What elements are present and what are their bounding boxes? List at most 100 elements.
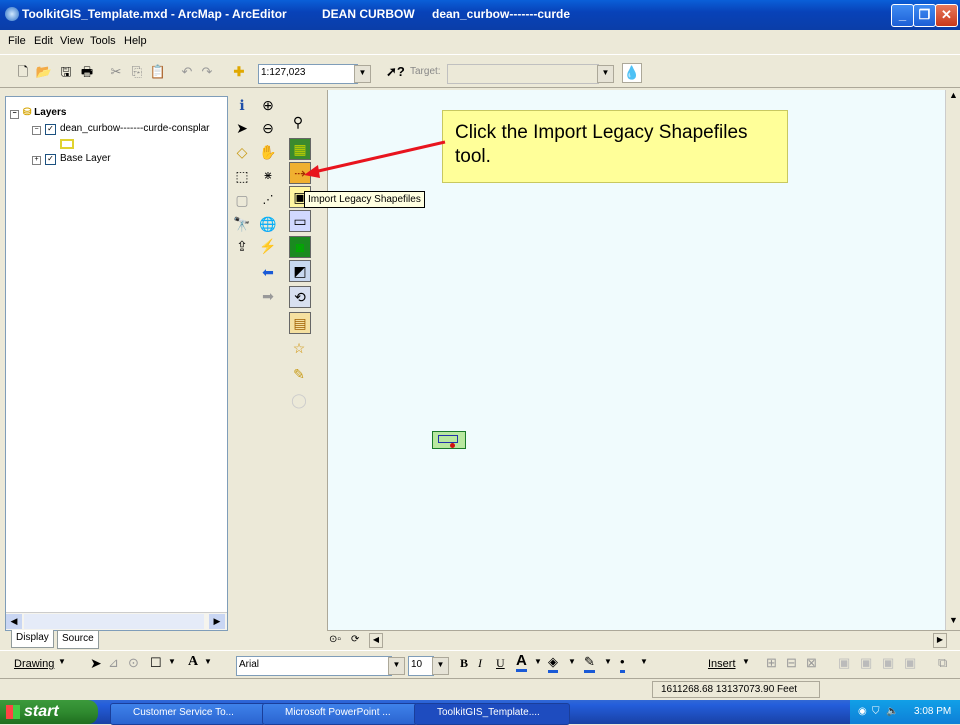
dropdown-arrow-icon[interactable]: ▼ — [58, 657, 66, 666]
marker-color-icon[interactable]: • — [620, 654, 625, 673]
layer-checkbox[interactable]: ✓ — [45, 124, 56, 135]
toc-layer-item[interactable]: − ✓ dean_curbow-------curde-consplar — [32, 123, 210, 135]
scroll-thumb[interactable] — [24, 614, 204, 629]
new-document-icon[interactable]: 🗋 — [14, 63, 32, 81]
minimize-button[interactable]: _ — [891, 4, 914, 27]
taskbar-item[interactable]: Customer Service To... — [110, 703, 266, 725]
scroll-right-icon[interactable]: ▶ — [209, 614, 225, 629]
drawing-menu[interactable]: Drawing — [14, 658, 54, 670]
undo-icon[interactable]: ↶ — [178, 63, 196, 81]
menu-file[interactable]: File — [8, 35, 26, 47]
data-view-icon[interactable]: ⊙▫ — [329, 634, 341, 645]
edit-geometry-icon[interactable]: ◩ — [289, 260, 311, 282]
scroll-down-icon[interactable]: ▼ — [949, 615, 958, 625]
back-extent-icon[interactable]: ⬅ — [258, 262, 278, 282]
menu-tools[interactable]: Tools — [90, 35, 116, 47]
editor-icon[interactable]: 💧 — [622, 63, 642, 83]
print-icon[interactable]: 🖶 — [78, 63, 96, 81]
menu-view[interactable]: View — [60, 35, 84, 47]
add-data-icon[interactable]: ✚ — [230, 63, 248, 81]
tray-network-icon[interactable]: ◉ — [858, 700, 867, 724]
scale-dropdown-icon[interactable]: ▼ — [354, 65, 371, 83]
scroll-up-icon[interactable]: ▲ — [949, 90, 958, 100]
insert-menu[interactable]: Insert — [708, 658, 736, 670]
font-select[interactable]: Arial — [236, 656, 392, 676]
group-icon[interactable]: ▣ — [838, 655, 850, 671]
copy-icon[interactable]: ⎘ — [128, 63, 146, 81]
collapse-icon[interactable]: − — [32, 126, 41, 135]
tray-security-icon[interactable]: ⛉ — [872, 700, 880, 724]
taskbar-item[interactable]: Microsoft PowerPoint ... — [262, 703, 418, 725]
circle-tool-icon[interactable]: ◯ — [289, 390, 309, 410]
tab-source[interactable]: Source — [57, 630, 99, 649]
layer-symbol-swatch[interactable] — [60, 139, 74, 149]
cut-icon[interactable]: ✂ — [107, 63, 125, 81]
ungroup-icon[interactable]: ▣ — [860, 655, 872, 671]
dropdown-arrow-icon[interactable]: ▼ — [742, 657, 750, 666]
layer-checkbox[interactable]: ✓ — [45, 154, 56, 165]
italic-button[interactable]: I — [478, 656, 482, 671]
toc-scrollbar[interactable]: ◀ ▶ — [6, 612, 227, 630]
pan-layout-icon[interactable]: ⊠ — [806, 655, 817, 671]
font-size-select[interactable]: 10 — [408, 656, 434, 676]
save-icon[interactable]: 🖫 — [57, 63, 75, 81]
calculator-icon[interactable]: ▤ — [289, 312, 311, 334]
close-button[interactable]: ✕ — [935, 4, 958, 27]
tab-display[interactable]: Display — [11, 630, 54, 648]
font-color-icon[interactable]: A — [516, 653, 527, 672]
open-folder-icon[interactable]: 📂 — [35, 63, 53, 81]
select-element-icon[interactable]: ➤ — [90, 655, 102, 672]
expand-icon[interactable]: + — [32, 156, 41, 165]
zoom-whole-page-icon[interactable]: ⊙ — [128, 655, 139, 671]
target-select[interactable] — [447, 64, 599, 84]
scroll-left-icon[interactable]: ◀ — [6, 614, 22, 629]
zoom-out-icon[interactable]: ⊖ — [258, 118, 278, 138]
fixed-zoom-in-icon[interactable]: ⋇ — [258, 166, 278, 186]
zoom-in-icon[interactable]: ⊕ — [258, 95, 278, 115]
rotate-icon[interactable]: ⊿ — [108, 655, 119, 671]
pan-icon[interactable]: ✋ — [258, 142, 278, 162]
select-features-icon[interactable]: ◇ — [232, 142, 252, 162]
forward-extent-icon[interactable]: ➡ — [258, 286, 278, 306]
select-arrow-icon[interactable]: ➤ — [232, 118, 252, 138]
text-tool-icon[interactable]: A — [188, 654, 198, 670]
clear-selection-icon[interactable]: ▢ — [232, 190, 252, 210]
star-tool-icon[interactable]: ☆ — [289, 338, 309, 358]
dropdown-arrow-icon[interactable]: ▼ — [168, 657, 176, 666]
trace-tool-icon[interactable]: ⟲ — [289, 286, 311, 308]
raster-tool-icon[interactable]: ◙ — [289, 236, 311, 258]
font-dropdown-icon[interactable]: ▼ — [388, 657, 405, 675]
fill-color-icon[interactable]: ◈ — [548, 654, 558, 673]
start-button[interactable]: start — [0, 700, 98, 724]
full-extent-icon[interactable]: 🌐 — [258, 214, 278, 234]
go-to-xy-icon[interactable]: ⇪ — [232, 236, 252, 256]
collapse-icon[interactable]: − — [10, 110, 19, 119]
bold-button[interactable]: B — [460, 656, 468, 671]
pencil-icon[interactable]: ✎ — [289, 364, 309, 384]
dropdown-arrow-icon[interactable]: ▼ — [568, 657, 576, 666]
fixed-zoom-out-icon[interactable]: ⋰ — [258, 190, 278, 210]
taskbar-item[interactable]: ToolkitGIS_Template.... — [414, 703, 570, 725]
layout-options-icon[interactable]: ⧉ — [938, 655, 947, 671]
scale-input[interactable]: 1:127,023 — [258, 64, 358, 84]
identify-icon[interactable]: ℹ — [232, 95, 252, 115]
underline-button[interactable]: U — [496, 656, 505, 671]
tray-volume-icon[interactable]: 🔈 — [886, 700, 898, 724]
zoom-out-layout-icon[interactable]: ⊟ — [786, 655, 797, 671]
dropdown-arrow-icon[interactable]: ▼ — [604, 657, 612, 666]
whats-this-icon[interactable]: ➚? — [386, 63, 405, 81]
find-icon[interactable]: 🔭 — [232, 214, 252, 234]
map-vertical-scrollbar[interactable]: ▲ ▼ — [945, 90, 960, 630]
dropdown-arrow-icon[interactable]: ▼ — [640, 657, 648, 666]
scroll-left-icon[interactable]: ◀ — [369, 633, 383, 648]
redo-icon[interactable]: ↷ — [198, 63, 216, 81]
line-color-icon[interactable]: ✎ — [584, 654, 595, 673]
maximize-button[interactable]: ❐ — [913, 4, 936, 27]
toc-layer-item[interactable]: + ✓ Base Layer — [32, 153, 111, 165]
hyperlink-icon[interactable]: ⚡ — [258, 236, 278, 256]
dropdown-arrow-icon[interactable]: ▼ — [534, 657, 542, 666]
menu-edit[interactable]: Edit — [34, 35, 53, 47]
refresh-icon[interactable]: ⟳ — [351, 634, 359, 645]
target-dropdown-icon[interactable]: ▼ — [597, 65, 614, 83]
select-elements-icon[interactable]: ⬚ — [232, 166, 252, 186]
